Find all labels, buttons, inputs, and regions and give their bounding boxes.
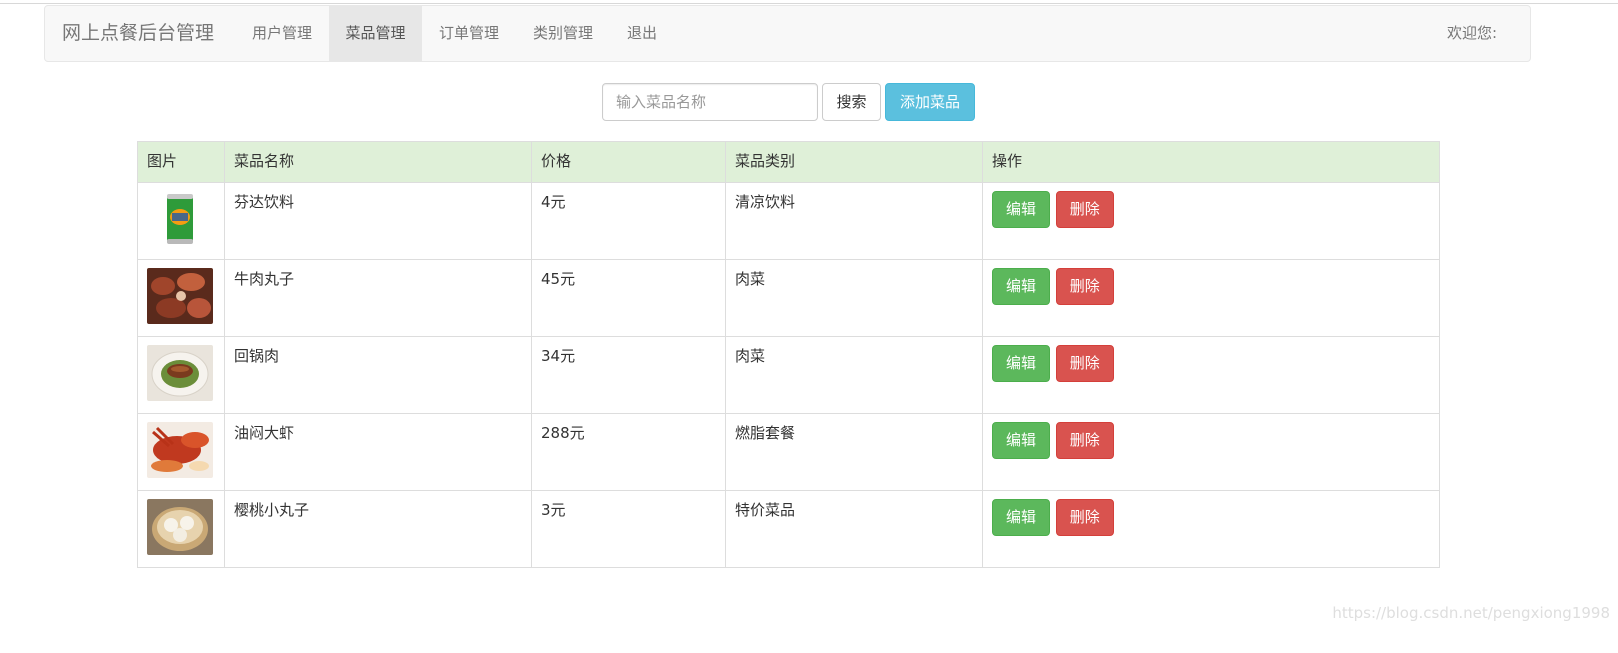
fanta-can-image (147, 191, 213, 247)
image-cell (137, 182, 225, 260)
watermark: https://blog.csdn.net/pengxiong1998 (1332, 604, 1610, 622)
dish-price: 45元 (531, 259, 726, 337)
nav-item-orders[interactable]: 订单管理 (422, 6, 516, 61)
actions-cell: 编辑 删除 (982, 336, 1440, 414)
table-row: 回锅肉 34元 肉菜 编辑 删除 (137, 336, 1440, 414)
image-cell (137, 490, 225, 568)
dish-name: 樱桃小丸子 (224, 490, 532, 568)
braised-lobster-image (147, 422, 213, 478)
table-row: 油闷大虾 288元 燃脂套餐 编辑 删除 (137, 413, 1440, 491)
delete-button[interactable]: 删除 (1055, 268, 1114, 305)
table-header-row: 图片 菜品名称 价格 菜品类别 操作 (137, 141, 1440, 183)
welcome-text: 欢迎您: (1446, 24, 1497, 42)
nav-item-categories[interactable]: 类别管理 (516, 6, 610, 61)
top-divider (0, 3, 1618, 4)
header-actions: 操作 (982, 141, 1440, 183)
dish-category: 清凉饮料 (725, 182, 983, 260)
dish-category: 肉菜 (725, 259, 983, 337)
table-row: 樱桃小丸子 3元 特价菜品 编辑 删除 (137, 490, 1440, 568)
actions-cell: 编辑 删除 (982, 182, 1440, 260)
dish-search-input[interactable] (602, 83, 818, 121)
image-cell (137, 259, 225, 337)
dish-price: 3元 (531, 490, 726, 568)
brand-title[interactable]: 网上点餐后台管理 (62, 6, 214, 61)
dish-price: 34元 (531, 336, 726, 414)
beef-dish-image (147, 268, 213, 324)
edit-button[interactable]: 编辑 (992, 499, 1051, 536)
edit-button[interactable]: 编辑 (992, 422, 1051, 459)
delete-button[interactable]: 删除 (1055, 191, 1114, 228)
header-name: 菜品名称 (224, 141, 532, 183)
header-category: 菜品类别 (725, 141, 983, 183)
delete-button[interactable]: 删除 (1055, 345, 1114, 382)
dish-name: 牛肉丸子 (224, 259, 532, 337)
image-cell (137, 413, 225, 491)
dumpling-steamer-image (147, 499, 213, 555)
search-button[interactable]: 搜索 (822, 83, 881, 121)
table-row: 牛肉丸子 45元 肉菜 编辑 删除 (137, 259, 1440, 337)
delete-button[interactable]: 删除 (1055, 422, 1114, 459)
table-row: 芬达饮料 4元 清凉饮料 编辑 删除 (137, 182, 1440, 260)
nav-item-users[interactable]: 用户管理 (235, 6, 329, 61)
edit-button[interactable]: 编辑 (992, 191, 1051, 228)
dish-name: 油闷大虾 (224, 413, 532, 491)
actions-cell: 编辑 删除 (982, 413, 1440, 491)
nav-item-logout[interactable]: 退出 (610, 6, 674, 61)
navbar: 网上点餐后台管理 用户管理 菜品管理 订单管理 类别管理 退出 欢迎您: (44, 5, 1531, 62)
dish-table-container: 图片 菜品名称 价格 菜品类别 操作 芬达饮料 4元 清凉饮料 编辑 删除 牛肉… (137, 141, 1440, 568)
twice-cooked-pork-image (147, 345, 213, 401)
dish-name: 回锅肉 (224, 336, 532, 414)
dish-table: 图片 菜品名称 价格 菜品类别 操作 芬达饮料 4元 清凉饮料 编辑 删除 牛肉… (137, 141, 1440, 568)
actions-cell: 编辑 删除 (982, 259, 1440, 337)
dish-category: 特价菜品 (725, 490, 983, 568)
nav-item-dishes[interactable]: 菜品管理 (329, 6, 422, 61)
dish-category: 燃脂套餐 (725, 413, 983, 491)
add-dish-button[interactable]: 添加菜品 (885, 83, 975, 121)
edit-button[interactable]: 编辑 (992, 268, 1051, 305)
delete-button[interactable]: 删除 (1055, 499, 1114, 536)
image-cell (137, 336, 225, 414)
edit-button[interactable]: 编辑 (992, 345, 1051, 382)
dish-category: 肉菜 (725, 336, 983, 414)
dish-name: 芬达饮料 (224, 182, 532, 260)
header-price: 价格 (531, 141, 726, 183)
dish-price: 288元 (531, 413, 726, 491)
header-image: 图片 (137, 141, 225, 183)
dish-price: 4元 (531, 182, 726, 260)
actions-cell: 编辑 删除 (982, 490, 1440, 568)
